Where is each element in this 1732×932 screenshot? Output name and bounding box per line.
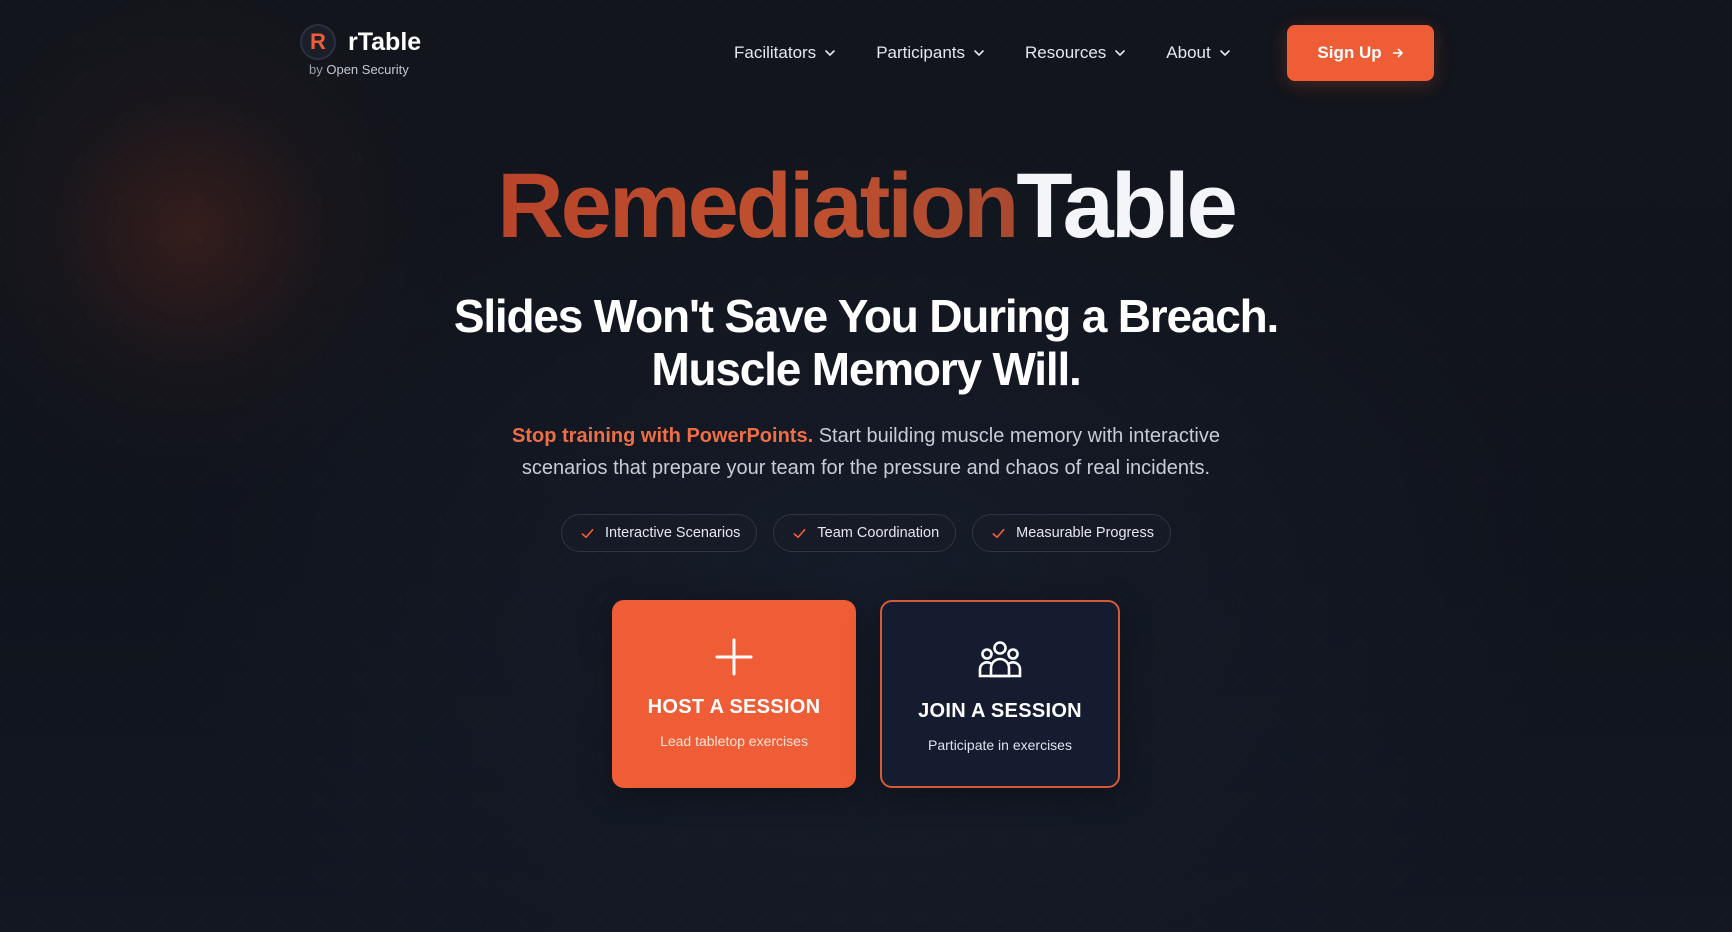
- host-session-card[interactable]: HOST A SESSION Lead tabletop exercises: [612, 600, 856, 788]
- description-line-1: Start building muscle memory with intera…: [813, 425, 1220, 447]
- feature-pills: Interactive Scenarios Team Coordination …: [0, 514, 1732, 552]
- nav-item-about[interactable]: About: [1166, 38, 1230, 68]
- users-icon: [978, 641, 1022, 678]
- feature-pill-interactive-scenarios: Interactive Scenarios: [561, 514, 758, 552]
- arrow-right-icon: [1392, 48, 1403, 58]
- feature-pill-label: Measurable Progress: [1016, 525, 1154, 541]
- logo-mark-icon: R: [300, 24, 336, 60]
- chevron-down-icon: [825, 50, 835, 56]
- hero-title-remediation: Remediation: [497, 155, 1019, 257]
- nav-item-participants[interactable]: Participants: [876, 38, 985, 68]
- hero-headline: Slides Won't Save You During a Breach. M…: [0, 290, 1732, 396]
- check-icon: [992, 528, 1005, 538]
- feature-pill-measurable-progress: Measurable Progress: [972, 514, 1171, 552]
- host-session-subtitle: Lead tabletop exercises: [660, 733, 808, 749]
- headline-line-2: Muscle Memory Will.: [651, 343, 1081, 395]
- nav-menu: Facilitators Participants Resources Abou…: [734, 38, 1271, 68]
- join-session-card[interactable]: JOIN A SESSION Participate in exercises: [880, 600, 1120, 788]
- brand-subtitle: by Open Security: [309, 62, 421, 77]
- chevron-down-icon: [1219, 50, 1230, 56]
- top-navigation: R rTable by Open Security Facilitators P…: [0, 0, 1732, 106]
- headline-line-1: Slides Won't Save You During a Breach.: [453, 290, 1279, 342]
- brand-name: rTable: [348, 27, 422, 56]
- join-session-subtitle: Participate in exercises: [928, 737, 1072, 753]
- plus-icon: [715, 638, 753, 676]
- nav-item-label: Participants: [876, 43, 966, 62]
- chevron-down-icon: [1115, 50, 1126, 56]
- description-line-2: scenarios that prepare your team for the…: [521, 457, 1211, 479]
- hero-title-table: Table: [1016, 155, 1237, 257]
- sign-up-label: Sign Up: [1317, 43, 1382, 62]
- feature-pill-team-coordination: Team Coordination: [773, 514, 957, 552]
- brand-sub-org: Open Security: [326, 62, 409, 77]
- chevron-down-icon: [974, 50, 984, 56]
- brand-sub-prefix: by: [309, 62, 323, 77]
- host-session-title: HOST A SESSION: [647, 696, 821, 718]
- nav-item-label: Resources: [1025, 43, 1107, 62]
- feature-pill-label: Interactive Scenarios: [605, 525, 741, 541]
- sign-up-button[interactable]: Sign Up: [1287, 25, 1434, 81]
- nav-item-facilitators[interactable]: Facilitators: [734, 38, 836, 68]
- check-icon: [793, 528, 806, 538]
- hero-title: RemediationTable: [0, 160, 1732, 252]
- nav-item-resources[interactable]: Resources: [1025, 38, 1126, 68]
- join-session-title: JOIN A SESSION: [918, 700, 1082, 722]
- nav-item-label: About: [1166, 43, 1211, 62]
- description-highlight: Stop training with PowerPoints.: [512, 425, 814, 447]
- hero-description: Stop training with PowerPoints. Start bu…: [0, 420, 1732, 484]
- feature-pill-label: Team Coordination: [817, 525, 940, 541]
- check-icon: [581, 528, 594, 538]
- nav-item-label: Facilitators: [734, 43, 817, 62]
- brand-logo[interactable]: R rTable by Open Security: [300, 24, 421, 77]
